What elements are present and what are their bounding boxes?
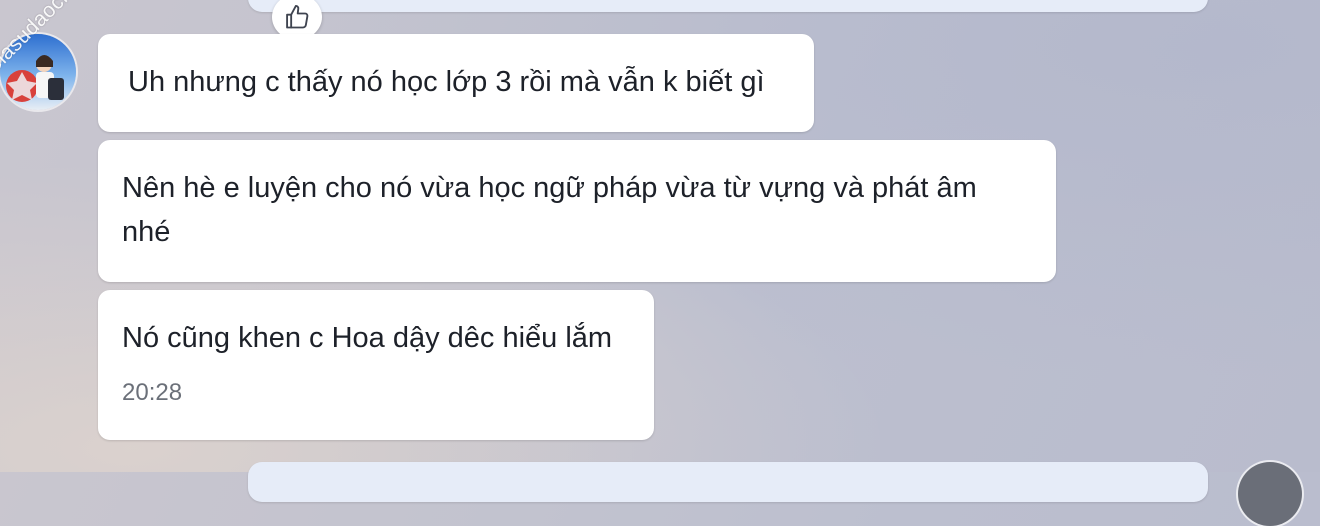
message-text: Nên hè e luyện cho nó vừa học ngữ pháp v… xyxy=(122,172,977,248)
thumbs-up-icon xyxy=(286,4,309,29)
sent-message-bubble-partial[interactable] xyxy=(248,462,1208,502)
message-timestamp: 20:28 xyxy=(122,379,183,406)
received-message-bubble[interactable]: Nên hè e luyện cho nó vừa học ngữ pháp v… xyxy=(98,140,1056,282)
received-message-bubble[interactable]: Uh nhưng c thấy nó học lớp 3 rồi mà vẫn … xyxy=(98,34,814,132)
message-text: Uh nhưng c thấy nó học lớp 3 rồi mà vẫn … xyxy=(128,66,765,98)
sent-message-bubble-partial[interactable] xyxy=(248,0,1208,12)
message-text: Nó cũng khen c Hoa dậy dêc hiểu lắm xyxy=(122,322,613,354)
received-message-bubble[interactable]: Nó cũng khen c Hoa dậy dêc hiểu lắm 20:2… xyxy=(98,290,654,440)
